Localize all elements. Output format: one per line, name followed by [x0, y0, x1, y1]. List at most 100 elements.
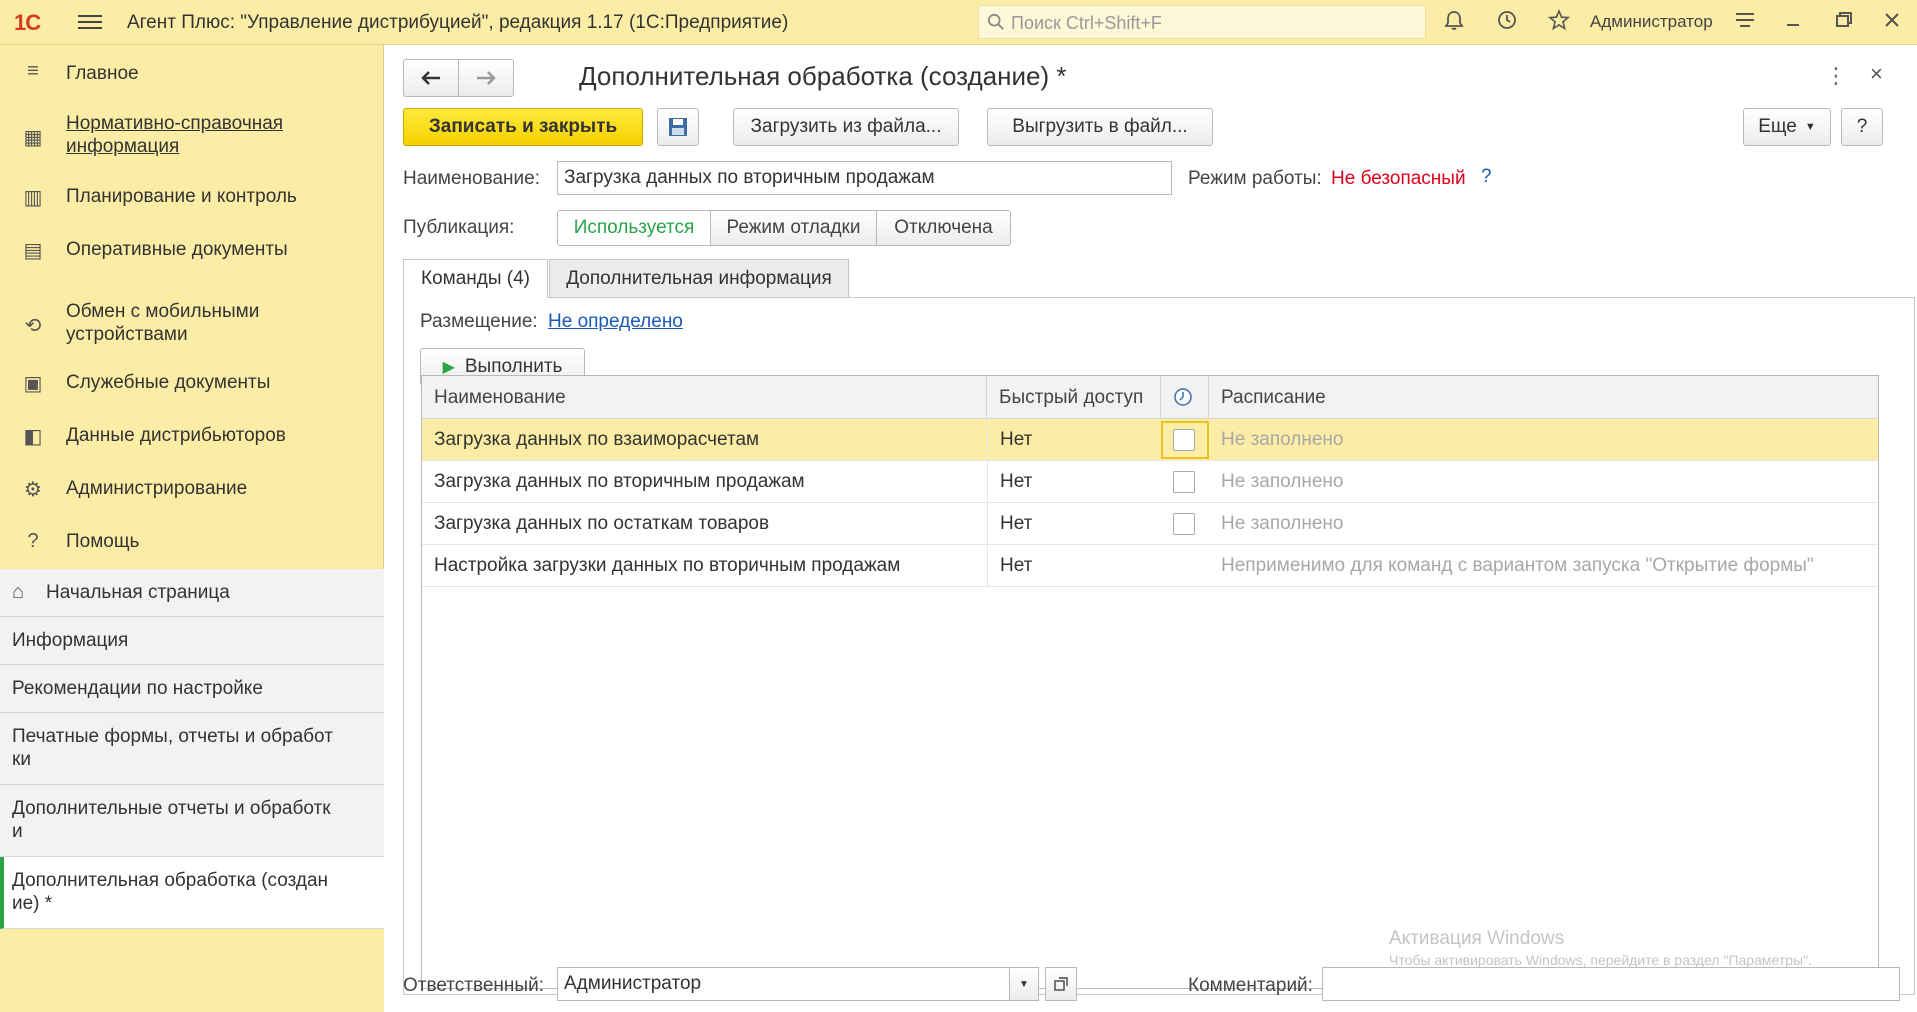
publication-option-used[interactable]: Используется: [557, 210, 711, 246]
sidebar-item-distributor-data[interactable]: ◧ Данные дистрибьюторов: [0, 408, 384, 452]
export-to-file-button[interactable]: Выгрузить в файл...: [987, 108, 1213, 146]
close-window-icon[interactable]: [1879, 9, 1905, 35]
close-form-icon[interactable]: ×: [1870, 61, 1883, 87]
open-window-print-forms[interactable]: Печатные формы, отчеты и обработ ки: [0, 713, 384, 785]
open-window-label: Информация: [12, 630, 129, 651]
sidebar-item-administration[interactable]: ⚙ Администрирование: [0, 461, 384, 505]
gear-icon: ⚙: [24, 479, 42, 501]
service-docs-icon: ▣: [23, 373, 43, 395]
sidebar-item-planning[interactable]: ▥ Планирование и контроль: [0, 175, 384, 219]
load-from-file-button[interactable]: Загрузить из файла...: [733, 108, 959, 146]
table-row[interactable]: Загрузка данных по остаткам товаров Нет …: [422, 503, 1878, 545]
chevron-down-icon: ▼: [1804, 121, 1816, 133]
placement-link[interactable]: Не определено: [548, 311, 683, 333]
windows-watermark-text: Чтобы активировать Windows, перейдите в …: [1389, 952, 1812, 968]
minimize-icon[interactable]: [1780, 9, 1806, 35]
schedule-checkbox[interactable]: [1173, 471, 1195, 493]
table-row[interactable]: Загрузка данных по вторичным продажам Не…: [422, 461, 1878, 503]
distributor-data-icon: ◧: [23, 426, 43, 448]
back-button[interactable]: [403, 59, 459, 97]
cell-quick-access: Нет: [987, 545, 1161, 587]
tab-commands[interactable]: Команды (4): [403, 259, 548, 298]
history-icon[interactable]: [1494, 9, 1520, 35]
responsible-dropdown-button[interactable]: ▼: [1009, 967, 1039, 1001]
open-window-recommendations[interactable]: Рекомендации по настройке: [0, 665, 384, 713]
sidebar-item-operational[interactable]: ▤ Оперативные документы: [0, 228, 384, 272]
more-vertical-icon[interactable]: ⋮: [1825, 63, 1847, 89]
sidebar-item-label: Администрирование: [66, 478, 248, 499]
cell-name: Загрузка данных по взаиморасчетам: [434, 429, 760, 450]
1c-logo: 1С: [14, 10, 41, 35]
sidebar-item-service-docs[interactable]: ▣ Служебные документы: [0, 355, 384, 399]
column-header-schedule-flag[interactable]: [1161, 376, 1209, 419]
column-header-name[interactable]: Наименование: [422, 376, 987, 419]
sidebar-item-reference[interactable]: ▦ Нормативно-справочная информация: [0, 107, 384, 167]
publication-option-debug[interactable]: Режим отладки: [710, 210, 877, 246]
sidebar-item-label: Обмен с мобильными устройствами: [66, 301, 260, 345]
home-icon: ⌂: [12, 581, 25, 603]
star-icon[interactable]: [1546, 8, 1572, 35]
open-window-label: Дополнительные отчеты и обработк и: [12, 798, 331, 842]
search-input[interactable]: Поиск Ctrl+Shift+F: [978, 5, 1426, 39]
responsible-open-button[interactable]: [1045, 967, 1077, 1001]
save-close-button[interactable]: Записать и закрыть: [403, 108, 643, 146]
responsible-field[interactable]: Администратор: [557, 967, 1010, 1001]
publication-option-disabled[interactable]: Отключена: [876, 210, 1011, 246]
arrow-right-icon: [477, 71, 496, 85]
column-header-quick-access[interactable]: Быстрый доступ: [987, 376, 1161, 419]
more-button[interactable]: Еще ▼: [1743, 108, 1831, 146]
open-window-additional-reports[interactable]: Дополнительные отчеты и обработк и: [0, 785, 384, 857]
sidebar-item-mobile-exchange[interactable]: ⟲ Обмен с мобильными устройствами: [0, 295, 384, 355]
publication-label: Публикация:: [403, 217, 515, 238]
clock-icon: [1174, 388, 1192, 406]
more-label: Еще: [1758, 116, 1797, 137]
comment-field[interactable]: [1322, 967, 1900, 1001]
open-windows-list: ⌂ Начальная страница Информация Рекоменд…: [0, 569, 384, 1012]
comment-label: Комментарий:: [1188, 975, 1313, 996]
commands-table: Наименование Быстрый доступ Расписание З…: [421, 375, 1879, 989]
placement-label: Размещение:: [420, 311, 538, 332]
column-header-schedule[interactable]: Расписание: [1209, 376, 1878, 419]
question-icon: ?: [27, 530, 39, 552]
mode-help-icon[interactable]: ?: [1481, 166, 1492, 188]
documents-icon: ▤: [23, 240, 43, 262]
form-area: Дополнительная обработка (создание) * ⋮ …: [385, 45, 1917, 1012]
cell-schedule: Не заполнено: [1221, 513, 1344, 534]
search-placeholder: Поиск Ctrl+Shift+F: [1011, 13, 1162, 33]
save-button[interactable]: [657, 108, 699, 146]
bell-icon[interactable]: [1441, 9, 1467, 35]
sidebar-item-help[interactable]: ? Помощь: [0, 514, 384, 558]
sidebar-item-label: Данные дистрибьюторов: [66, 425, 286, 446]
forward-button[interactable]: [458, 59, 514, 97]
chevron-down-icon: ▼: [1019, 978, 1029, 990]
main-menu-icon[interactable]: [78, 11, 102, 31]
open-window-label: Дополнительная обработка (создан ие) *: [12, 870, 329, 914]
name-field[interactable]: Загрузка данных по вторичным продажам: [557, 161, 1172, 195]
top-bar: 1С Агент Плюс: "Управление дистрибуцией"…: [0, 0, 1917, 45]
help-button[interactable]: ?: [1841, 108, 1883, 146]
cell-schedule: Неприменимо для команд с вариантом запус…: [1221, 555, 1814, 576]
tab-additional-info[interactable]: Дополнительная информация: [549, 259, 849, 297]
open-window-current-form[interactable]: Дополнительная обработка (создан ие) *: [0, 857, 384, 929]
user-name[interactable]: Администратор: [1590, 12, 1713, 32]
open-window-label: Начальная страница: [46, 582, 230, 603]
table-row[interactable]: Настройка загрузки данных по вторичным п…: [422, 545, 1878, 587]
sidebar-item-main[interactable]: ≡ Главное: [0, 45, 384, 103]
name-label: Наименование:: [403, 168, 540, 189]
open-window-info[interactable]: Информация: [0, 617, 384, 665]
open-window-label: Печатные формы, отчеты и обработ ки: [12, 726, 333, 770]
schedule-checkbox[interactable]: [1173, 513, 1195, 535]
table-row[interactable]: Загрузка данных по взаиморасчетам Нет Не…: [422, 419, 1878, 461]
mode-label: Режим работы:: [1188, 168, 1322, 189]
sidebar: ≡ Главное ▦ Нормативно-справочная информ…: [0, 45, 384, 1012]
form-title: Дополнительная обработка (создание) *: [579, 61, 1067, 91]
grid-icon: ▦: [23, 127, 43, 149]
open-window-label: Рекомендации по настройке: [12, 678, 263, 699]
open-window-home[interactable]: ⌂ Начальная страница: [0, 569, 384, 617]
schedule-checkbox[interactable]: [1173, 429, 1195, 451]
settings-lines-icon[interactable]: [1732, 9, 1758, 35]
floppy-icon: [669, 118, 687, 136]
restore-window-icon[interactable]: [1831, 9, 1857, 35]
sidebar-item-label: Служебные документы: [66, 372, 271, 393]
cell-schedule: Не заполнено: [1221, 429, 1344, 450]
